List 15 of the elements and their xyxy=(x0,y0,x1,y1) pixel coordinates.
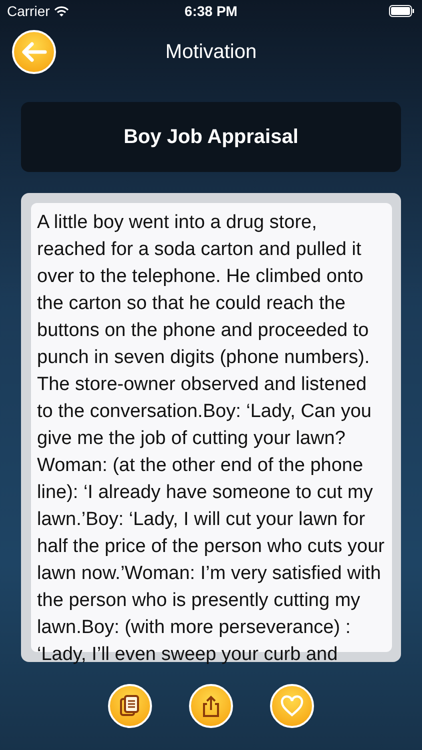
carrier-name: Carrier xyxy=(7,2,50,20)
story-title: Boy Job Appraisal xyxy=(124,125,298,150)
copy-icon xyxy=(119,694,141,718)
back-button[interactable] xyxy=(12,30,56,74)
page-title: Motivation xyxy=(165,40,257,65)
copy-button[interactable] xyxy=(108,684,152,728)
heart-icon xyxy=(280,695,304,717)
back-arrow-icon xyxy=(21,42,47,62)
share-icon xyxy=(200,694,222,718)
share-button[interactable] xyxy=(189,684,233,728)
clock-time: 6:38 PM xyxy=(184,2,238,20)
favorite-button[interactable] xyxy=(270,684,314,728)
battery-icon xyxy=(388,5,415,17)
story-text: A little boy went into a drug store, reached for a soda carton and pulled it over to the telephone. He climbed onto the carton so that he could reach the buttons on the phone and proceeded to punch in seven digits (phone numbers). The store-owner observed and listened to the conversation.Boy: ‘Lady, Can you give me the job of cutting your lawn?Woman: (at the other end of the phone line): ‘I already have someone to cut my lawn.’Boy: ‘Lady, I will cut your lawn for half the price of the person who cuts your lawn now.’Woman: I’m very satisfied with the person who is presently cutting my lawn.Boy: (with more perseverance) : ‘Lady, I’ll even sweep your curb and xyxy=(37,211,386,667)
wifi-icon xyxy=(54,6,69,16)
